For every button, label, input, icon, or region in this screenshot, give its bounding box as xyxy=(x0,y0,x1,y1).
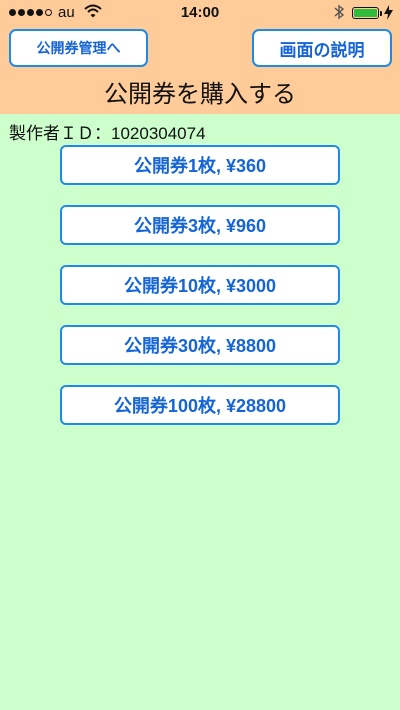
purchase-button-30-tickets[interactable]: 公開券30枚, ¥8800 xyxy=(60,325,340,365)
purchase-button-100-tickets[interactable]: 公開券100枚, ¥28800 xyxy=(60,385,340,425)
purchase-button-10-tickets[interactable]: 公開券10枚, ¥3000 xyxy=(60,265,340,305)
status-bar: au 14:00 xyxy=(0,0,400,26)
header-bar: au 14:00 公開券管理へ 画面の説明 公開券を購入する xyxy=(0,0,400,114)
screen-help-button[interactable]: 画面の説明 xyxy=(252,29,392,67)
producer-id-label: 製作者ＩＤ：1020304074 xyxy=(9,124,206,143)
battery-tip xyxy=(380,11,382,16)
bluetooth-icon xyxy=(334,4,345,20)
purchase-button-3-tickets[interactable]: 公開券3枚, ¥960 xyxy=(60,205,340,245)
charging-icon xyxy=(384,5,393,20)
purchase-options-list: 公開券1枚, ¥360 公開券3枚, ¥960 公開券10枚, ¥3000 公開… xyxy=(60,145,340,445)
page-title: 公開券を購入する xyxy=(104,81,296,108)
purchase-button-1-ticket[interactable]: 公開券1枚, ¥360 xyxy=(60,145,340,185)
manage-tickets-button[interactable]: 公開券管理へ xyxy=(9,29,148,67)
battery-level-fill xyxy=(354,9,377,17)
battery-icon xyxy=(352,7,379,19)
